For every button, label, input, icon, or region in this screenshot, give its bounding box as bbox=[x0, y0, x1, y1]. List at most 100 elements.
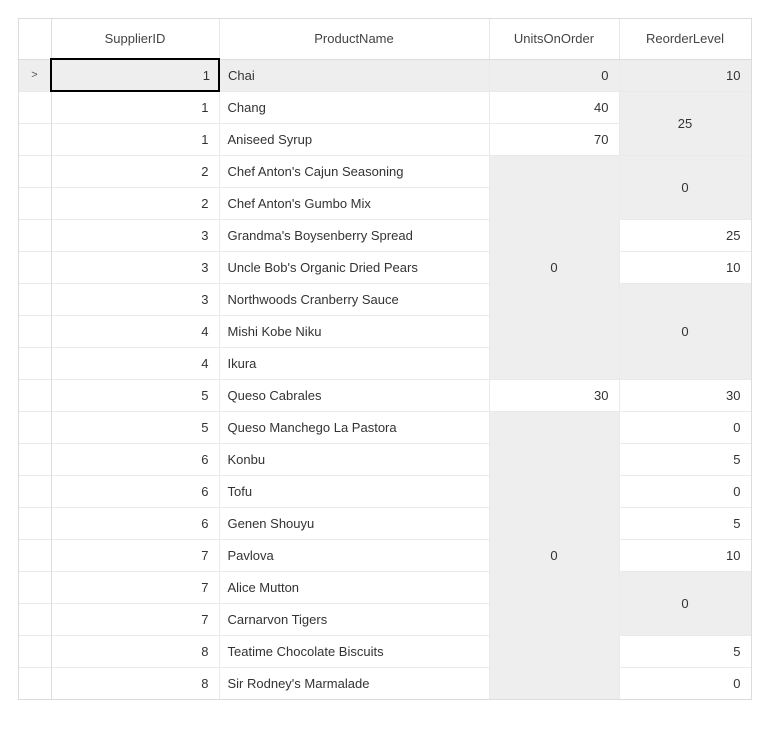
cell-product-name[interactable]: Northwoods Cranberry Sauce bbox=[219, 283, 489, 315]
cell-product-name[interactable]: Grandma's Boysenberry Spread bbox=[219, 219, 489, 251]
table-row[interactable]: > 1 Chai 0 10 bbox=[19, 59, 751, 91]
cell-product-name[interactable]: Chef Anton's Gumbo Mix bbox=[219, 187, 489, 219]
table-row[interactable]: 3 Uncle Bob's Organic Dried Pears 10 bbox=[19, 251, 751, 283]
row-indicator bbox=[19, 123, 51, 155]
cell-product-name[interactable]: Tofu bbox=[219, 475, 489, 507]
cell-supplier-id[interactable]: 8 bbox=[51, 635, 219, 667]
row-indicator bbox=[19, 219, 51, 251]
cell-reorder-level[interactable]: 25 bbox=[619, 219, 751, 251]
row-indicator bbox=[19, 507, 51, 539]
cell-product-name[interactable]: Alice Mutton bbox=[219, 571, 489, 603]
table-row[interactable]: 6 Tofu 0 bbox=[19, 475, 751, 507]
cell-product-name[interactable]: Chang bbox=[219, 91, 489, 123]
row-indicator bbox=[19, 187, 51, 219]
table-row[interactable]: 7 Pavlova 10 bbox=[19, 539, 751, 571]
row-indicator bbox=[19, 155, 51, 187]
cell-reorder-level[interactable]: 10 bbox=[619, 251, 751, 283]
cell-supplier-id[interactable]: 4 bbox=[51, 315, 219, 347]
cell-supplier-id[interactable]: 3 bbox=[51, 283, 219, 315]
cell-supplier-id[interactable]: 2 bbox=[51, 187, 219, 219]
data-table: SupplierID ProductName UnitsOnOrder Reor… bbox=[19, 19, 752, 699]
cell-product-name[interactable]: Chef Anton's Cajun Seasoning bbox=[219, 155, 489, 187]
col-units-on-order[interactable]: UnitsOnOrder bbox=[489, 19, 619, 59]
cell-reorder-level-merged[interactable]: 0 bbox=[619, 155, 751, 219]
row-indicator-header bbox=[19, 19, 51, 59]
row-indicator bbox=[19, 411, 51, 443]
table-row[interactable]: 7 Alice Mutton 0 bbox=[19, 571, 751, 603]
row-indicator bbox=[19, 443, 51, 475]
cell-reorder-level[interactable]: 30 bbox=[619, 379, 751, 411]
cell-units-on-order[interactable]: 70 bbox=[489, 123, 619, 155]
table-row[interactable]: 8 Teatime Chocolate Biscuits 5 bbox=[19, 635, 751, 667]
cell-supplier-id[interactable]: 1 bbox=[51, 123, 219, 155]
cell-units-on-order[interactable]: 0 bbox=[489, 59, 619, 91]
cell-reorder-level[interactable]: 5 bbox=[619, 507, 751, 539]
data-grid[interactable]: SupplierID ProductName UnitsOnOrder Reor… bbox=[18, 18, 752, 700]
cell-supplier-id[interactable]: 2 bbox=[51, 155, 219, 187]
cell-product-name[interactable]: Mishi Kobe Niku bbox=[219, 315, 489, 347]
cell-product-name[interactable]: Konbu bbox=[219, 443, 489, 475]
cell-product-name[interactable]: Carnarvon Tigers bbox=[219, 603, 489, 635]
cell-reorder-level[interactable]: 10 bbox=[619, 539, 751, 571]
row-indicator bbox=[19, 539, 51, 571]
cell-supplier-id[interactable]: 1 bbox=[51, 91, 219, 123]
row-indicator bbox=[19, 347, 51, 379]
cell-reorder-level-merged[interactable]: 0 bbox=[619, 283, 751, 379]
cell-reorder-level[interactable]: 0 bbox=[619, 411, 751, 443]
cell-reorder-level[interactable]: 5 bbox=[619, 443, 751, 475]
cell-supplier-id[interactable]: 5 bbox=[51, 411, 219, 443]
cell-units-on-order-merged[interactable]: 0 bbox=[489, 411, 619, 699]
cell-supplier-id[interactable]: 6 bbox=[51, 507, 219, 539]
cell-supplier-id[interactable]: 4 bbox=[51, 347, 219, 379]
table-row[interactable]: 6 Genen Shouyu 5 bbox=[19, 507, 751, 539]
col-reorder-level[interactable]: ReorderLevel bbox=[619, 19, 751, 59]
cell-units-on-order[interactable]: 40 bbox=[489, 91, 619, 123]
cell-supplier-id[interactable]: 7 bbox=[51, 571, 219, 603]
cell-product-name[interactable]: Aniseed Syrup bbox=[219, 123, 489, 155]
row-indicator bbox=[19, 571, 51, 603]
cell-reorder-level[interactable]: 10 bbox=[619, 59, 751, 91]
cell-product-name[interactable]: Sir Rodney's Marmalade bbox=[219, 667, 489, 699]
table-row[interactable]: 3 Grandma's Boysenberry Spread 25 bbox=[19, 219, 751, 251]
row-indicator bbox=[19, 667, 51, 699]
cell-supplier-id[interactable]: 8 bbox=[51, 667, 219, 699]
header-row: SupplierID ProductName UnitsOnOrder Reor… bbox=[19, 19, 751, 59]
table-row[interactable]: 6 Konbu 5 bbox=[19, 443, 751, 475]
table-row[interactable]: 5 Queso Cabrales 30 30 bbox=[19, 379, 751, 411]
col-product-name[interactable]: ProductName bbox=[219, 19, 489, 59]
cell-supplier-id[interactable]: 7 bbox=[51, 539, 219, 571]
cell-product-name[interactable]: Chai bbox=[219, 59, 489, 91]
row-indicator bbox=[19, 603, 51, 635]
cell-reorder-level[interactable]: 0 bbox=[619, 475, 751, 507]
cell-reorder-level[interactable]: 0 bbox=[619, 667, 751, 699]
table-row[interactable]: 1 Chang 40 25 bbox=[19, 91, 751, 123]
cell-supplier-id[interactable]: 6 bbox=[51, 443, 219, 475]
cell-product-name[interactable]: Queso Cabrales bbox=[219, 379, 489, 411]
cell-product-name[interactable]: Pavlova bbox=[219, 539, 489, 571]
cell-supplier-id[interactable]: 1 bbox=[51, 59, 219, 91]
cell-supplier-id[interactable]: 5 bbox=[51, 379, 219, 411]
cell-product-name[interactable]: Queso Manchego La Pastora bbox=[219, 411, 489, 443]
row-indicator bbox=[19, 379, 51, 411]
cell-product-name[interactable]: Uncle Bob's Organic Dried Pears bbox=[219, 251, 489, 283]
cell-units-on-order-merged[interactable]: 0 bbox=[489, 155, 619, 379]
col-supplier-id[interactable]: SupplierID bbox=[51, 19, 219, 59]
cell-product-name[interactable]: Ikura bbox=[219, 347, 489, 379]
table-row[interactable]: 3 Northwoods Cranberry Sauce 0 bbox=[19, 283, 751, 315]
table-row[interactable]: 8 Sir Rodney's Marmalade 0 bbox=[19, 667, 751, 699]
row-indicator bbox=[19, 475, 51, 507]
cell-supplier-id[interactable]: 6 bbox=[51, 475, 219, 507]
row-indicator bbox=[19, 91, 51, 123]
table-row[interactable]: 5 Queso Manchego La Pastora 0 0 bbox=[19, 411, 751, 443]
cell-supplier-id[interactable]: 3 bbox=[51, 219, 219, 251]
cell-reorder-level[interactable]: 5 bbox=[619, 635, 751, 667]
cell-reorder-level-merged[interactable]: 25 bbox=[619, 91, 751, 155]
cell-supplier-id[interactable]: 3 bbox=[51, 251, 219, 283]
cell-reorder-level-merged[interactable]: 0 bbox=[619, 571, 751, 635]
table-row[interactable]: 2 Chef Anton's Cajun Seasoning 0 0 bbox=[19, 155, 751, 187]
cell-product-name[interactable]: Genen Shouyu bbox=[219, 507, 489, 539]
row-indicator bbox=[19, 251, 51, 283]
cell-supplier-id[interactable]: 7 bbox=[51, 603, 219, 635]
cell-product-name[interactable]: Teatime Chocolate Biscuits bbox=[219, 635, 489, 667]
cell-units-on-order[interactable]: 30 bbox=[489, 379, 619, 411]
